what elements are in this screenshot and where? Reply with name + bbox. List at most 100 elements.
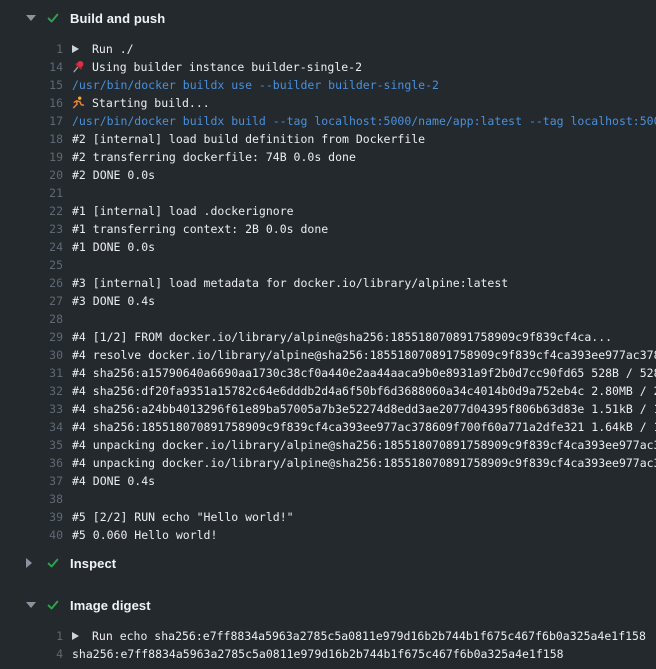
check-icon [46, 598, 60, 612]
line-number[interactable]: 40 [0, 526, 63, 544]
log-line: 1Run ./ [0, 40, 656, 58]
log-text: #4 unpacking docker.io/library/alpine@sh… [63, 436, 656, 454]
log-text: #2 DONE 0.0s [63, 166, 656, 184]
step-logs-build-and-push: 1Run ./14Using builder instance builder-… [0, 31, 656, 550]
line-number[interactable]: 22 [0, 202, 63, 220]
line-number[interactable]: 31 [0, 364, 63, 382]
line-number[interactable]: 30 [0, 346, 63, 364]
log-text: #2 [internal] load build definition from… [63, 130, 656, 148]
log-text: #3 [internal] load metadata for docker.i… [63, 274, 656, 292]
step-header-inspect[interactable]: Inspect [0, 550, 656, 576]
chevron-down-icon[interactable] [26, 602, 39, 608]
line-number[interactable]: 16 [0, 94, 63, 112]
log-text: #4 sha256:a24bb4013296f61e89ba57005a7b3e… [63, 400, 656, 418]
log-line: 34#4 sha256:185518070891758909c9f839cf4c… [0, 418, 656, 436]
log-text: #4 DONE 0.4s [63, 472, 656, 490]
line-number[interactable]: 34 [0, 418, 63, 436]
workflow-log-viewer: Build and push1Run ./14Using builder ins… [0, 0, 656, 669]
line-number[interactable]: 14 [0, 58, 63, 76]
play-icon [72, 40, 87, 58]
log-line: 39#5 [2/2] RUN echo "Hello world!" [0, 508, 656, 526]
line-number[interactable]: 24 [0, 238, 63, 256]
line-number[interactable]: 4 [0, 645, 63, 663]
log-text: #4 [1/2] FROM docker.io/library/alpine@s… [63, 328, 656, 346]
log-text: #5 0.060 Hello world! [63, 526, 656, 544]
log-text [63, 310, 656, 328]
log-line: 38 [0, 490, 656, 508]
log-line: 1Run echo sha256:e7ff8834a5963a2785c5a08… [0, 627, 656, 645]
log-line: 22#1 [internal] load .dockerignore [0, 202, 656, 220]
line-number[interactable]: 27 [0, 292, 63, 310]
line-number[interactable]: 32 [0, 382, 63, 400]
line-number[interactable]: 18 [0, 130, 63, 148]
play-icon-shape [72, 632, 79, 640]
line-number[interactable]: 35 [0, 436, 63, 454]
chevron-down-icon[interactable] [26, 15, 39, 21]
log-line: 36#4 unpacking docker.io/library/alpine@… [0, 454, 656, 472]
log-line: 40#5 0.060 Hello world! [0, 526, 656, 544]
log-text: Run ./ [63, 40, 656, 58]
runner-icon [72, 94, 87, 112]
log-text: Starting build... [63, 94, 656, 112]
log-text [63, 256, 656, 274]
line-number[interactable]: 19 [0, 148, 63, 166]
line-number[interactable]: 39 [0, 508, 63, 526]
line-number[interactable]: 25 [0, 256, 63, 274]
log-line: 32#4 sha256:df20fa9351a15782c64e6dddb2d4… [0, 382, 656, 400]
play-icon [72, 627, 87, 645]
line-number[interactable]: 1 [0, 627, 63, 645]
log-text-command: /usr/bin/docker buildx use --builder bui… [63, 76, 656, 94]
line-number[interactable]: 38 [0, 490, 63, 508]
log-line: 30#4 resolve docker.io/library/alpine@sh… [0, 346, 656, 364]
log-text [63, 490, 656, 508]
log-line: 29#4 [1/2] FROM docker.io/library/alpine… [0, 328, 656, 346]
log-line: 25 [0, 256, 656, 274]
log-text: #1 DONE 0.0s [63, 238, 656, 256]
log-text: #4 unpacking docker.io/library/alpine@sh… [63, 454, 656, 472]
step-title: Build and push [70, 11, 165, 26]
log-text: #4 sha256:a15790640a6690aa1730c38cf0a440… [63, 364, 656, 382]
log-text: #5 [2/2] RUN echo "Hello world!" [63, 508, 656, 526]
log-text: sha256:e7ff8834a5963a2785c5a0811e979d16b… [63, 645, 656, 663]
line-number[interactable]: 1 [0, 40, 63, 58]
log-text: #4 sha256:185518070891758909c9f839cf4ca3… [63, 418, 656, 436]
play-icon-shape [72, 45, 79, 53]
line-number[interactable]: 28 [0, 310, 63, 328]
log-line: 24#1 DONE 0.0s [0, 238, 656, 256]
check-icon [46, 556, 60, 570]
log-line: 37#4 DONE 0.4s [0, 472, 656, 490]
chevron-shape [26, 558, 32, 568]
log-line: 31#4 sha256:a15790640a6690aa1730c38cf0a4… [0, 364, 656, 382]
log-text: #4 resolve docker.io/library/alpine@sha2… [63, 346, 656, 364]
line-number[interactable]: 36 [0, 454, 63, 472]
log-line: 33#4 sha256:a24bb4013296f61e89ba57005a7b… [0, 400, 656, 418]
chevron-shape [26, 602, 36, 608]
line-number[interactable]: 15 [0, 76, 63, 94]
log-line: 26#3 [internal] load metadata for docker… [0, 274, 656, 292]
step-header-image-digest[interactable]: Image digest [0, 592, 656, 618]
log-text: Using builder instance builder-single-2 [63, 58, 656, 76]
log-line: 35#4 unpacking docker.io/library/alpine@… [0, 436, 656, 454]
line-number[interactable]: 29 [0, 328, 63, 346]
log-line: 15/usr/bin/docker buildx use --builder b… [0, 76, 656, 94]
step-logs-image-digest: 1Run echo sha256:e7ff8834a5963a2785c5a08… [0, 618, 656, 669]
log-line: 28 [0, 310, 656, 328]
log-line: 17/usr/bin/docker buildx build --tag loc… [0, 112, 656, 130]
line-number[interactable]: 17 [0, 112, 63, 130]
line-number[interactable]: 20 [0, 166, 63, 184]
chevron-right-icon[interactable] [26, 558, 39, 568]
line-number[interactable]: 26 [0, 274, 63, 292]
log-text: #4 sha256:df20fa9351a15782c64e6dddb2d4a6… [63, 382, 656, 400]
log-text [63, 184, 656, 202]
line-number[interactable]: 21 [0, 184, 63, 202]
line-number[interactable]: 33 [0, 400, 63, 418]
log-text: #2 transferring dockerfile: 74B 0.0s don… [63, 148, 656, 166]
log-text: #1 transferring context: 2B 0.0s done [63, 220, 656, 238]
line-number[interactable]: 23 [0, 220, 63, 238]
log-text: #1 [internal] load .dockerignore [63, 202, 656, 220]
log-line: 23#1 transferring context: 2B 0.0s done [0, 220, 656, 238]
step-header-build-and-push[interactable]: Build and push [0, 5, 656, 31]
log-text: Run echo sha256:e7ff8834a5963a2785c5a081… [63, 627, 656, 645]
check-icon [46, 11, 60, 25]
line-number[interactable]: 37 [0, 472, 63, 490]
